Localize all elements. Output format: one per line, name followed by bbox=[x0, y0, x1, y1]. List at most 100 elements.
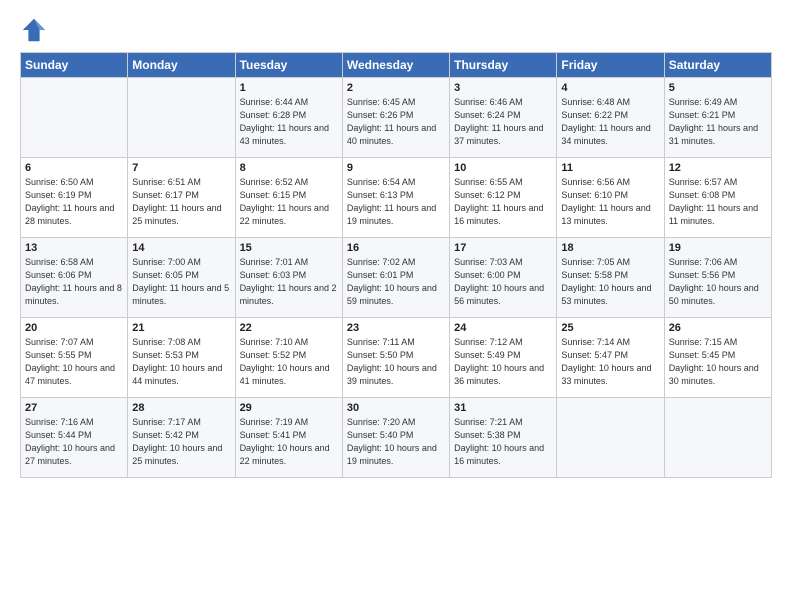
calendar-cell: 30 Sunrise: 7:20 AM Sunset: 5:40 PM Dayli… bbox=[342, 398, 449, 478]
cell-content: Sunrise: 7:00 AM Sunset: 6:05 PM Dayligh… bbox=[132, 256, 230, 308]
logo-icon bbox=[20, 16, 48, 44]
calendar-day-header: Monday bbox=[128, 53, 235, 78]
cell-content: Sunrise: 6:46 AM Sunset: 6:24 PM Dayligh… bbox=[454, 96, 552, 148]
calendar-day-header: Sunday bbox=[21, 53, 128, 78]
cell-content: Sunrise: 6:58 AM Sunset: 6:06 PM Dayligh… bbox=[25, 256, 123, 308]
cell-content: Sunrise: 7:05 AM Sunset: 5:58 PM Dayligh… bbox=[561, 256, 659, 308]
calendar-cell bbox=[664, 398, 771, 478]
calendar-cell: 6 Sunrise: 6:50 AM Sunset: 6:19 PM Daylig… bbox=[21, 158, 128, 238]
calendar-cell: 5 Sunrise: 6:49 AM Sunset: 6:21 PM Daylig… bbox=[664, 78, 771, 158]
day-number: 5 bbox=[669, 82, 767, 94]
day-number: 1 bbox=[240, 82, 338, 94]
cell-content: Sunrise: 7:10 AM Sunset: 5:52 PM Dayligh… bbox=[240, 336, 338, 388]
calendar-cell bbox=[21, 78, 128, 158]
day-number: 6 bbox=[25, 162, 123, 174]
day-number: 2 bbox=[347, 82, 445, 94]
day-number: 30 bbox=[347, 402, 445, 414]
page: SundayMondayTuesdayWednesdayThursdayFrid… bbox=[0, 0, 792, 612]
cell-content: Sunrise: 7:20 AM Sunset: 5:40 PM Dayligh… bbox=[347, 416, 445, 468]
calendar-cell: 17Sunrise: 7:03 AM Sunset: 6:00 PM Dayli… bbox=[450, 238, 557, 318]
day-number: 19 bbox=[669, 242, 767, 254]
cell-content: Sunrise: 7:06 AM Sunset: 5:56 PM Dayligh… bbox=[669, 256, 767, 308]
day-number: 13 bbox=[25, 242, 123, 254]
cell-content: Sunrise: 6:52 AM Sunset: 6:15 PM Dayligh… bbox=[240, 176, 338, 228]
cell-content: Sunrise: 7:15 AM Sunset: 5:45 PM Dayligh… bbox=[669, 336, 767, 388]
calendar-cell: 25 Sunrise: 7:14 AM Sunset: 5:47 PM Dayli… bbox=[557, 318, 664, 398]
calendar-cell: 23 Sunrise: 7:11 AM Sunset: 5:50 PM Dayli… bbox=[342, 318, 449, 398]
calendar-cell: 7 Sunrise: 6:51 AM Sunset: 6:17 PM Daylig… bbox=[128, 158, 235, 238]
calendar-cell: 21Sunrise: 7:08 AM Sunset: 5:53 PM Dayli… bbox=[128, 318, 235, 398]
day-number: 9 bbox=[347, 162, 445, 174]
day-number: 16 bbox=[347, 242, 445, 254]
calendar-cell: 11 Sunrise: 6:56 AM Sunset: 6:10 PM Dayli… bbox=[557, 158, 664, 238]
calendar-week-row: 20 Sunrise: 7:07 AM Sunset: 5:55 PM Dayli… bbox=[21, 318, 772, 398]
calendar-cell: 14 Sunrise: 7:00 AM Sunset: 6:05 PM Dayli… bbox=[128, 238, 235, 318]
calendar-cell: 16Sunrise: 7:02 AM Sunset: 6:01 PM Dayli… bbox=[342, 238, 449, 318]
cell-content: Sunrise: 6:54 AM Sunset: 6:13 PM Dayligh… bbox=[347, 176, 445, 228]
day-number: 20 bbox=[25, 322, 123, 334]
day-number: 26 bbox=[669, 322, 767, 334]
day-number: 18 bbox=[561, 242, 659, 254]
cell-content: Sunrise: 7:08 AM Sunset: 5:53 PM Dayligh… bbox=[132, 336, 230, 388]
cell-content: Sunrise: 6:50 AM Sunset: 6:19 PM Dayligh… bbox=[25, 176, 123, 228]
day-number: 23 bbox=[347, 322, 445, 334]
cell-content: Sunrise: 6:44 AM Sunset: 6:28 PM Dayligh… bbox=[240, 96, 338, 148]
calendar-cell: 28Sunrise: 7:17 AM Sunset: 5:42 PM Dayli… bbox=[128, 398, 235, 478]
cell-content: Sunrise: 7:07 AM Sunset: 5:55 PM Dayligh… bbox=[25, 336, 123, 388]
cell-content: Sunrise: 6:51 AM Sunset: 6:17 PM Dayligh… bbox=[132, 176, 230, 228]
cell-content: Sunrise: 7:01 AM Sunset: 6:03 PM Dayligh… bbox=[240, 256, 338, 308]
calendar-cell: 1 Sunrise: 6:44 AM Sunset: 6:28 PM Daylig… bbox=[235, 78, 342, 158]
day-number: 12 bbox=[669, 162, 767, 174]
cell-content: Sunrise: 7:17 AM Sunset: 5:42 PM Dayligh… bbox=[132, 416, 230, 468]
calendar-cell: 29 Sunrise: 7:19 AM Sunset: 5:41 PM Dayli… bbox=[235, 398, 342, 478]
calendar-cell: 4 Sunrise: 6:48 AM Sunset: 6:22 PM Daylig… bbox=[557, 78, 664, 158]
calendar-day-header: Thursday bbox=[450, 53, 557, 78]
calendar-cell: 3 Sunrise: 6:46 AM Sunset: 6:24 PM Daylig… bbox=[450, 78, 557, 158]
day-number: 14 bbox=[132, 242, 230, 254]
calendar-week-row: 13 Sunrise: 6:58 AM Sunset: 6:06 PM Dayli… bbox=[21, 238, 772, 318]
day-number: 3 bbox=[454, 82, 552, 94]
calendar-week-row: 1 Sunrise: 6:44 AM Sunset: 6:28 PM Daylig… bbox=[21, 78, 772, 158]
day-number: 29 bbox=[240, 402, 338, 414]
day-number: 15 bbox=[240, 242, 338, 254]
calendar-cell: 31Sunrise: 7:21 AM Sunset: 5:38 PM Dayli… bbox=[450, 398, 557, 478]
cell-content: Sunrise: 6:56 AM Sunset: 6:10 PM Dayligh… bbox=[561, 176, 659, 228]
day-number: 11 bbox=[561, 162, 659, 174]
calendar-cell: 8Sunrise: 6:52 AM Sunset: 6:15 PM Daylig… bbox=[235, 158, 342, 238]
day-number: 31 bbox=[454, 402, 552, 414]
cell-content: Sunrise: 7:12 AM Sunset: 5:49 PM Dayligh… bbox=[454, 336, 552, 388]
calendar-cell bbox=[557, 398, 664, 478]
cell-content: Sunrise: 7:14 AM Sunset: 5:47 PM Dayligh… bbox=[561, 336, 659, 388]
calendar-cell: 9 Sunrise: 6:54 AM Sunset: 6:13 PM Daylig… bbox=[342, 158, 449, 238]
calendar-week-row: 6 Sunrise: 6:50 AM Sunset: 6:19 PM Daylig… bbox=[21, 158, 772, 238]
cell-content: Sunrise: 6:49 AM Sunset: 6:21 PM Dayligh… bbox=[669, 96, 767, 148]
cell-content: Sunrise: 7:11 AM Sunset: 5:50 PM Dayligh… bbox=[347, 336, 445, 388]
calendar-table: SundayMondayTuesdayWednesdayThursdayFrid… bbox=[20, 52, 772, 478]
day-number: 17 bbox=[454, 242, 552, 254]
day-number: 22 bbox=[240, 322, 338, 334]
calendar-cell: 12Sunrise: 6:57 AM Sunset: 6:08 PM Dayli… bbox=[664, 158, 771, 238]
calendar-header-row: SundayMondayTuesdayWednesdayThursdayFrid… bbox=[21, 53, 772, 78]
calendar-cell: 20 Sunrise: 7:07 AM Sunset: 5:55 PM Dayli… bbox=[21, 318, 128, 398]
day-number: 25 bbox=[561, 322, 659, 334]
day-number: 10 bbox=[454, 162, 552, 174]
cell-content: Sunrise: 7:16 AM Sunset: 5:44 PM Dayligh… bbox=[25, 416, 123, 468]
calendar-day-header: Tuesday bbox=[235, 53, 342, 78]
calendar-cell bbox=[128, 78, 235, 158]
calendar-week-row: 27 Sunrise: 7:16 AM Sunset: 5:44 PM Dayli… bbox=[21, 398, 772, 478]
cell-content: Sunrise: 6:48 AM Sunset: 6:22 PM Dayligh… bbox=[561, 96, 659, 148]
cell-content: Sunrise: 6:55 AM Sunset: 6:12 PM Dayligh… bbox=[454, 176, 552, 228]
calendar-day-header: Wednesday bbox=[342, 53, 449, 78]
cell-content: Sunrise: 7:19 AM Sunset: 5:41 PM Dayligh… bbox=[240, 416, 338, 468]
header bbox=[20, 16, 772, 44]
day-number: 4 bbox=[561, 82, 659, 94]
calendar-day-header: Friday bbox=[557, 53, 664, 78]
day-number: 27 bbox=[25, 402, 123, 414]
calendar-cell: 22 Sunrise: 7:10 AM Sunset: 5:52 PM Dayli… bbox=[235, 318, 342, 398]
day-number: 7 bbox=[132, 162, 230, 174]
calendar-cell: 27 Sunrise: 7:16 AM Sunset: 5:44 PM Dayli… bbox=[21, 398, 128, 478]
calendar-cell: 13 Sunrise: 6:58 AM Sunset: 6:06 PM Dayli… bbox=[21, 238, 128, 318]
calendar-cell: 10 Sunrise: 6:55 AM Sunset: 6:12 PM Dayli… bbox=[450, 158, 557, 238]
calendar-day-header: Saturday bbox=[664, 53, 771, 78]
cell-content: Sunrise: 6:45 AM Sunset: 6:26 PM Dayligh… bbox=[347, 96, 445, 148]
